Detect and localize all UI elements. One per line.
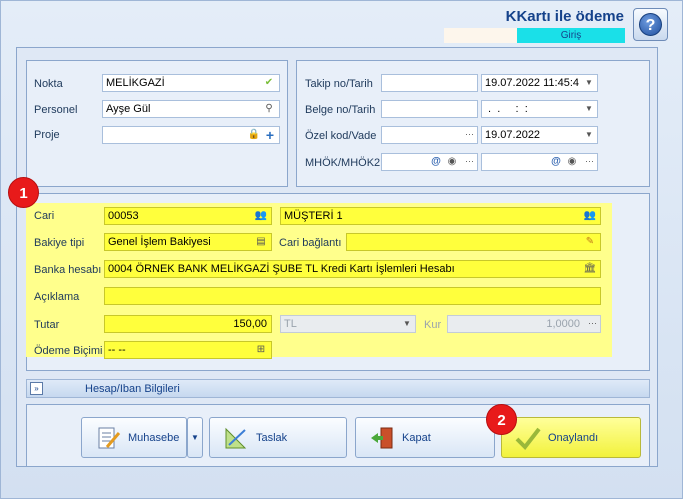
takip-no-field[interactable] [381, 74, 478, 92]
taslak-button[interactable]: Taslak [209, 417, 347, 458]
person-lookup-icon[interactable]: ⚲ [262, 102, 276, 116]
step-badge-2: 2 [486, 404, 517, 435]
window-title: KKartı ile ödeme [505, 8, 624, 25]
nokta-label: Nokta [34, 78, 63, 90]
bakiye-tipi-value: Genel İşlem Bakiyesi [108, 236, 211, 248]
users-icon[interactable]: 👥 [254, 209, 268, 223]
ellipsis-icon[interactable]: ··· [588, 316, 597, 330]
cari-baglanti-label: Cari bağlantı [279, 237, 342, 249]
add-icon[interactable]: + [263, 128, 277, 142]
takip-date-value: 19.07.2022 11:45:4 [485, 77, 579, 89]
personel-value: Ayşe Gül [106, 103, 151, 115]
chevron-down-icon[interactable]: ▼ [583, 75, 595, 91]
notepad-icon [94, 424, 122, 452]
chevron-down-icon[interactable]: ▼ [401, 316, 413, 332]
takip-label: Takip no/Tarih [305, 78, 373, 90]
view-icon[interactable]: ◉ [445, 155, 459, 169]
taslak-label: Taslak [256, 431, 288, 444]
belge-no-field[interactable] [381, 100, 478, 118]
nokta-value: MELİKGAZİ [106, 77, 165, 89]
odeme-bicimi-label: Ödeme Biçimi [34, 345, 103, 357]
vade-date-value: 19.07.2022 [485, 129, 541, 141]
ellipsis-icon[interactable]: ··· [585, 154, 594, 168]
checkmark-icon [514, 424, 542, 452]
ellipsis-icon[interactable]: ··· [465, 154, 474, 168]
cari-code-field[interactable]: 00053 👥 [104, 207, 272, 225]
personel-label: Personel [34, 104, 78, 116]
hesap-iban-label: Hesap/Iban Bilgileri [85, 383, 180, 395]
check-icon: ✔ [264, 77, 274, 88]
belge-date-value: . . : : [485, 103, 528, 115]
list-icon[interactable]: ▤ [254, 235, 268, 249]
users-icon[interactable]: 👥 [583, 209, 597, 223]
view-icon[interactable]: ◉ [565, 155, 579, 169]
odeme-bicimi-field[interactable]: -- -- ⊞ [104, 341, 272, 359]
exit-door-icon [368, 424, 396, 452]
nokta-field[interactable]: MELİKGAZİ ✔ [102, 74, 280, 92]
chevron-down-icon: ▼ [191, 433, 199, 442]
currency-select[interactable]: TL ▼ [280, 315, 416, 333]
chevron-down-icon[interactable]: ▼ [583, 127, 595, 143]
takip-date-field[interactable]: 19.07.2022 11:45:4 ▼ [481, 74, 598, 92]
chevron-down-icon[interactable]: ▼ [583, 101, 595, 117]
tutar-field[interactable]: 150,00 [104, 315, 272, 333]
tree-select-icon[interactable]: ⊞ [254, 343, 268, 357]
ellipsis-icon[interactable]: ··· [465, 127, 474, 141]
cari-name-value: MÜŞTERİ 1 [284, 210, 343, 222]
mode-label: Giriş [517, 28, 625, 43]
vade-date-field[interactable]: 19.07.2022 ▼ [481, 126, 598, 144]
banka-hesabi-label: Banka hesabı [34, 264, 102, 276]
proje-label: Proje [34, 129, 60, 141]
cari-code-value: 00053 [108, 210, 139, 222]
ozel-code-field[interactable]: ··· [381, 126, 478, 144]
kapat-label: Kapat [402, 431, 431, 444]
bakiye-tipi-field[interactable]: Genel İşlem Bakiyesi ▤ [104, 233, 272, 251]
highlight-region [26, 203, 612, 357]
step-badge-1: 1 [8, 177, 39, 208]
bakiye-tipi-label: Bakiye tipi [34, 237, 85, 249]
at-icon[interactable]: @ [549, 155, 563, 169]
at-icon[interactable]: @ [429, 155, 443, 169]
mhok-label: MHÖK/MHÖK2 [305, 157, 381, 169]
link-icon[interactable]: ✎ [583, 235, 597, 249]
mhok-field[interactable]: @ ◉ ··· [381, 153, 478, 171]
currency-value: TL [284, 318, 297, 330]
cari-baglanti-field[interactable]: ✎ [346, 233, 601, 251]
muhasebe-button[interactable]: Muhasebe [81, 417, 187, 458]
cari-name-field[interactable]: MÜŞTERİ 1 👥 [280, 207, 601, 225]
drafting-triangle-icon [222, 424, 250, 452]
kur-label: Kur [424, 319, 442, 331]
banka-hesabi-value: 0004 ÖRNEK BANK MELİKGAZİ ŞUBE TL Kredi … [108, 263, 455, 275]
mode-spacer [444, 28, 517, 43]
expand-icon[interactable]: » [30, 382, 43, 395]
belge-date-field[interactable]: . . : : ▼ [481, 100, 598, 118]
muhasebe-label: Muhasebe [128, 431, 180, 444]
help-button[interactable]: ? [633, 8, 668, 41]
kur-field[interactable]: 1,0000 ··· [447, 315, 601, 333]
question-icon: ? [639, 13, 662, 36]
lock-icon: 🔒 [247, 129, 261, 140]
personel-field[interactable]: Ayşe Gül ⚲ [102, 100, 280, 118]
mhok2-field[interactable]: @ ◉ ··· [481, 153, 598, 171]
payment-window: KKartı ile ödeme Giriş ? Nokta MELİKGAZİ… [0, 0, 683, 499]
aciklama-label: Açıklama [34, 291, 80, 303]
kapat-button[interactable]: Kapat [355, 417, 495, 458]
tutar-label: Tutar [34, 319, 60, 331]
cari-label: Cari [34, 210, 55, 222]
aciklama-field[interactable] [104, 287, 601, 305]
bank-icon[interactable]: 🏛 [583, 262, 597, 276]
ozel-label: Özel kod/Vade [305, 130, 377, 142]
banka-hesabi-field[interactable]: 0004 ÖRNEK BANK MELİKGAZİ ŞUBE TL Kredi … [104, 260, 601, 278]
kur-value: 1,0000 [546, 318, 580, 330]
proje-field[interactable]: 🔒 + [102, 126, 280, 144]
odeme-bicimi-value: -- -- [108, 344, 126, 356]
onaylandi-label: Onaylandı [548, 431, 599, 444]
hesap-iban-collapse-bar[interactable]: » Hesap/Iban Bilgileri [26, 379, 650, 398]
onaylandi-button[interactable]: Onaylandı [501, 417, 641, 458]
muhasebe-dropdown-button[interactable]: ▼ [187, 417, 203, 458]
belge-label: Belge no/Tarih [305, 104, 376, 116]
